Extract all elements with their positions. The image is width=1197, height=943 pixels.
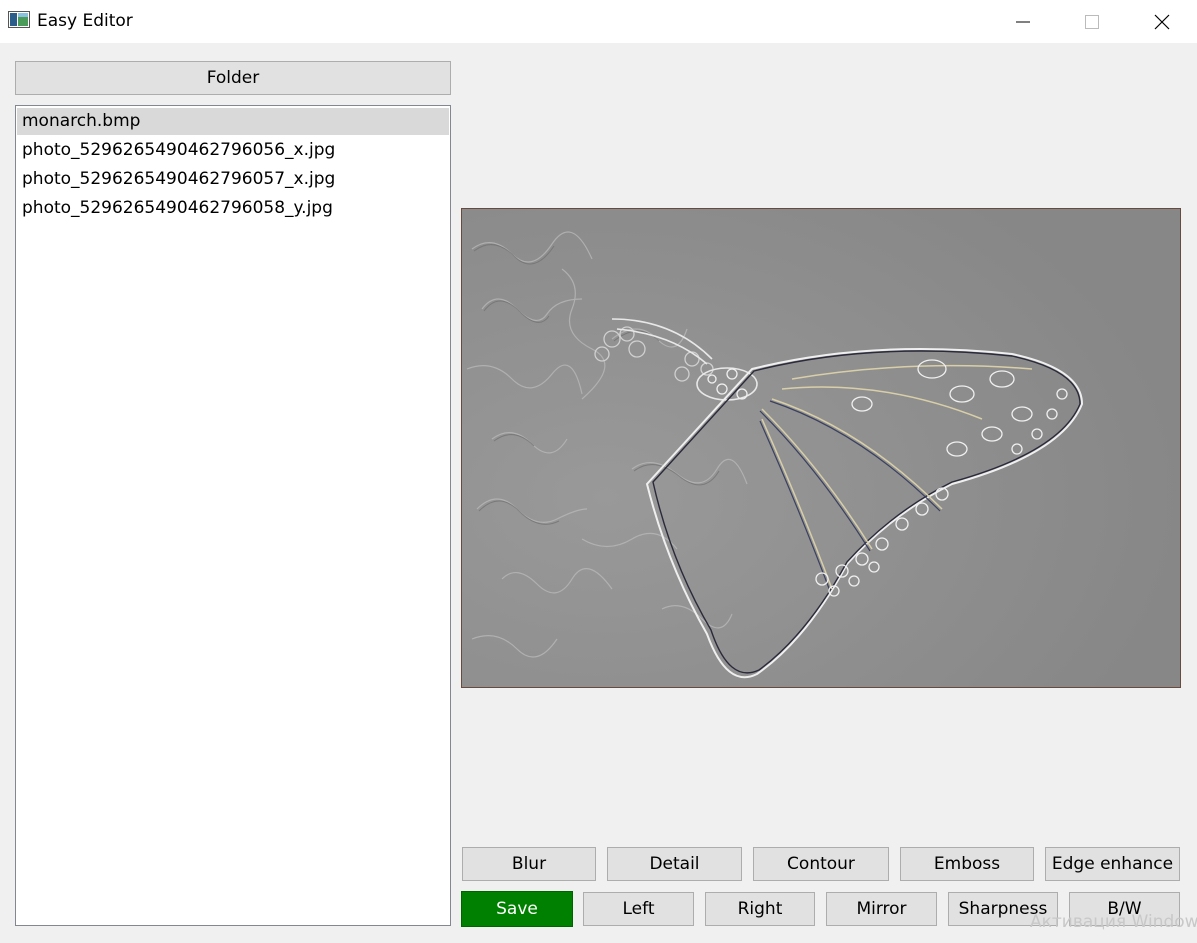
title-bar: Easy Editor bbox=[0, 0, 1197, 43]
blur-button[interactable]: Blur bbox=[462, 847, 596, 881]
close-button[interactable] bbox=[1127, 0, 1197, 43]
rotate-left-button[interactable]: Left bbox=[583, 892, 694, 926]
file-list[interactable]: monarch.bmp photo_5296265490462796056_x.… bbox=[15, 105, 451, 926]
file-list-item[interactable]: photo_5296265490462796057_x.jpg bbox=[17, 166, 449, 193]
edge-enhance-button[interactable]: Edge enhance bbox=[1045, 847, 1180, 881]
contour-button[interactable]: Contour bbox=[753, 847, 889, 881]
maximize-icon bbox=[1085, 14, 1099, 29]
file-list-item[interactable]: monarch.bmp bbox=[17, 108, 449, 135]
detail-button[interactable]: Detail bbox=[607, 847, 742, 881]
rotate-right-button[interactable]: Right bbox=[705, 892, 815, 926]
maximize-button[interactable] bbox=[1057, 0, 1127, 43]
folder-button[interactable]: Folder bbox=[15, 61, 451, 95]
window-title: Easy Editor bbox=[37, 11, 133, 31]
emboss-button[interactable]: Emboss bbox=[900, 847, 1034, 881]
mirror-button[interactable]: Mirror bbox=[826, 892, 937, 926]
file-list-item[interactable]: photo_5296265490462796056_x.jpg bbox=[17, 137, 449, 164]
activation-watermark: Активация Windows bbox=[1030, 912, 1197, 932]
image-preview bbox=[461, 208, 1181, 688]
minimize-icon bbox=[1016, 21, 1030, 22]
butterfly-image bbox=[462, 209, 1180, 687]
close-icon bbox=[1154, 14, 1170, 29]
file-list-item[interactable]: photo_5296265490462796058_y.jpg bbox=[17, 195, 449, 222]
save-button[interactable]: Save bbox=[461, 891, 573, 927]
minimize-button[interactable] bbox=[988, 0, 1058, 43]
app-window-icon bbox=[8, 11, 30, 28]
